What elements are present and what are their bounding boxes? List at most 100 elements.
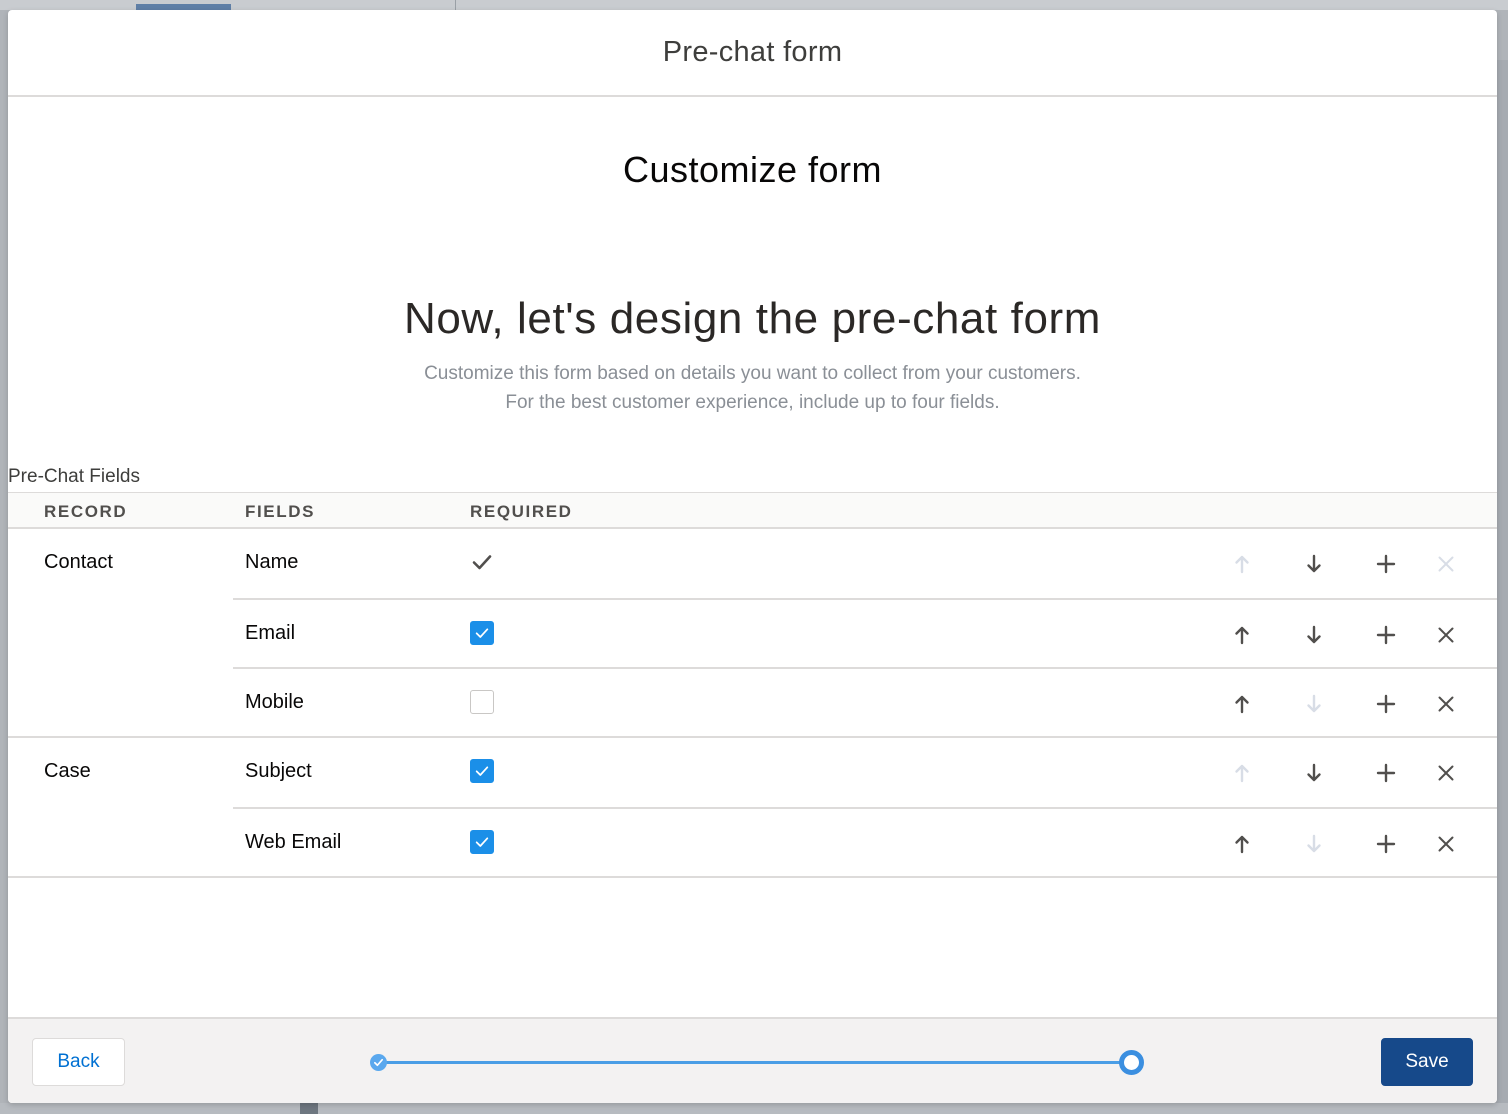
required-cell: [470, 690, 494, 714]
add-field-button[interactable]: [1373, 551, 1399, 577]
progress-step-completed[interactable]: [370, 1054, 387, 1071]
field-name: Subject: [245, 760, 312, 782]
required-checkbox[interactable]: [470, 830, 494, 854]
modal-title: Pre-chat form: [662, 36, 843, 68]
move-down-button[interactable]: [1301, 760, 1327, 786]
check-icon: [472, 555, 492, 570]
add-field-button[interactable]: [1373, 691, 1399, 717]
close-icon: [1438, 627, 1454, 643]
row-actions: [1229, 831, 1469, 857]
pre-chat-modal: Pre-chat form Customize form Now, let's …: [8, 10, 1497, 1103]
background-bottom-bar: [0, 1103, 1508, 1114]
required-checkbox[interactable]: [470, 759, 494, 783]
record-group-contact: Contact Name Email Mobile: [8, 529, 1497, 738]
field-name: Mobile: [245, 691, 304, 713]
remove-field-button[interactable]: [1433, 691, 1459, 717]
design-description: Customize this form based on details you…: [8, 359, 1497, 417]
step-title: Customize form: [622, 149, 883, 190]
required-cell: [470, 830, 494, 854]
add-field-button[interactable]: [1373, 622, 1399, 648]
row-actions: [1229, 622, 1469, 648]
pre-chat-fields-table: RECORD FIELDS REQUIRED Contact Name Email M…: [8, 492, 1497, 878]
move-down-button[interactable]: [1301, 622, 1327, 648]
progress-track: [382, 1061, 1132, 1064]
field-name: Name: [245, 551, 299, 573]
plus-icon: [1376, 834, 1396, 854]
arrow-up-icon: [1235, 695, 1249, 714]
field-name: Web Email: [245, 831, 342, 853]
plus-icon: [1376, 763, 1396, 783]
arrow-up-icon: [1235, 835, 1249, 854]
required-cell: [470, 621, 494, 645]
field-row: Name: [233, 529, 1497, 598]
arrow-down-icon: [1307, 834, 1321, 853]
progress-indicator: [370, 1049, 1144, 1075]
arrow-up-icon: [1235, 626, 1249, 645]
field-name: Email: [245, 622, 296, 644]
field-row: Mobile: [233, 667, 1497, 736]
move-up-button[interactable]: [1229, 551, 1255, 577]
required-checkbox[interactable]: [470, 621, 494, 645]
field-row: Web Email: [233, 807, 1497, 876]
column-header-record: RECORD: [44, 502, 128, 521]
record-group-case: Case Subject Web Email: [8, 738, 1497, 878]
plus-icon: [1376, 694, 1396, 714]
required-cell: [470, 759, 494, 783]
check-icon: [374, 1058, 383, 1067]
background-right-panel: [1496, 60, 1508, 1114]
modal-footer: Back Save: [8, 1017, 1497, 1103]
required-indicator: [470, 550, 494, 574]
move-up-button[interactable]: [1229, 622, 1255, 648]
progress-step-current[interactable]: [1119, 1050, 1144, 1075]
move-down-button[interactable]: [1301, 831, 1327, 857]
back-button[interactable]: Back: [32, 1038, 125, 1086]
move-up-button[interactable]: [1229, 831, 1255, 857]
close-icon: [1438, 836, 1454, 852]
section-label: Pre-Chat Fields: [8, 466, 140, 487]
close-icon: [1438, 696, 1454, 712]
remove-field-button[interactable]: [1433, 831, 1459, 857]
column-header-required: REQUIRED: [470, 502, 573, 521]
remove-field-button[interactable]: [1433, 760, 1459, 786]
column-header-fields: FIELDS: [245, 502, 316, 521]
remove-field-button[interactable]: [1433, 622, 1459, 648]
record-name: Contact: [44, 551, 113, 573]
arrow-up-icon: [1235, 764, 1249, 783]
arrow-down-icon: [1307, 694, 1321, 713]
move-up-button[interactable]: [1229, 760, 1255, 786]
arrow-down-icon: [1307, 763, 1321, 782]
check-icon: [475, 766, 489, 776]
close-icon: [1438, 556, 1454, 572]
close-icon: [1438, 765, 1454, 781]
check-icon: [475, 837, 489, 847]
move-down-button[interactable]: [1301, 551, 1327, 577]
add-field-button[interactable]: [1373, 760, 1399, 786]
field-row: Email: [233, 598, 1497, 667]
move-up-button[interactable]: [1229, 691, 1255, 717]
plus-icon: [1376, 554, 1396, 574]
table-header: RECORD FIELDS REQUIRED: [8, 492, 1497, 529]
arrow-up-icon: [1235, 555, 1249, 574]
description-line-2: For the best customer experience, includ…: [505, 392, 1000, 413]
arrow-down-icon: [1307, 554, 1321, 573]
modal-header: Pre-chat form: [8, 10, 1497, 97]
record-name: Case: [44, 760, 91, 782]
design-heading: Now, let's design the pre-chat form: [403, 294, 1102, 343]
plus-icon: [1376, 625, 1396, 645]
check-icon: [475, 628, 489, 638]
row-actions: [1229, 760, 1469, 786]
arrow-down-icon: [1307, 625, 1321, 644]
move-down-button[interactable]: [1301, 691, 1327, 717]
row-actions: [1229, 691, 1469, 717]
save-button[interactable]: Save: [1381, 1038, 1473, 1086]
background-bottom-marker: [300, 1103, 318, 1114]
add-field-button[interactable]: [1373, 831, 1399, 857]
field-row: Subject: [233, 738, 1497, 807]
row-actions: [1229, 551, 1469, 577]
modal-body: Customize form Now, let's design the pre…: [8, 97, 1497, 1015]
remove-field-button[interactable]: [1433, 551, 1459, 577]
background-separator: [455, 0, 456, 10]
description-line-1: Customize this form based on details you…: [424, 363, 1081, 384]
required-checkbox[interactable]: [470, 690, 494, 714]
table-body: Contact Name Email Mobile Case Subject Web Ema…: [8, 529, 1497, 878]
